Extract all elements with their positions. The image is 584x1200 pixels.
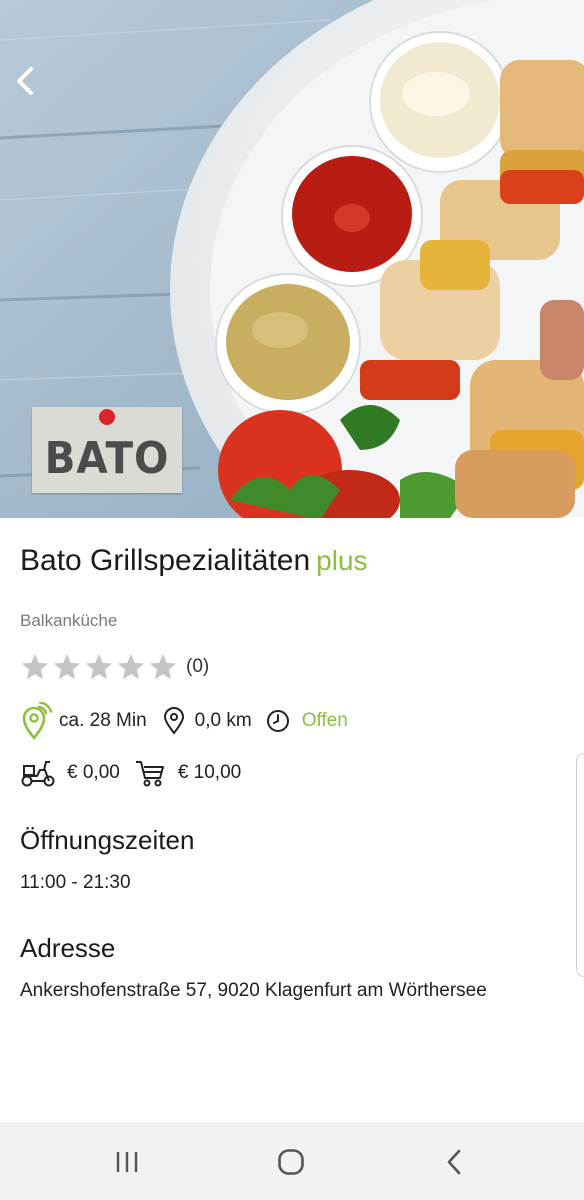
home-icon bbox=[278, 1149, 304, 1175]
distance-text: 0,0 km bbox=[194, 710, 252, 731]
star-icon bbox=[117, 653, 145, 680]
distance: 0,0 km bbox=[163, 707, 252, 735]
rating: (0) bbox=[20, 652, 209, 682]
delivery-time: ca. 28 Min bbox=[20, 702, 147, 740]
recent-apps-icon bbox=[116, 1152, 138, 1172]
hours-heading: Öffnungszeiten bbox=[20, 825, 195, 855]
location-signal-icon bbox=[22, 702, 53, 740]
nav-back-button[interactable] bbox=[434, 1142, 474, 1182]
hours-value: 11:00 - 21:30 bbox=[20, 872, 131, 893]
open-status: Offen bbox=[266, 709, 348, 733]
chevron-left-icon bbox=[17, 67, 33, 95]
scooter-icon bbox=[21, 761, 55, 787]
delivery-time-text: ca. 28 Min bbox=[59, 710, 147, 731]
system-nav-bar bbox=[0, 1122, 584, 1200]
star-icon bbox=[21, 653, 49, 680]
restaurant-name: Bato Grillspezialitäten bbox=[20, 544, 311, 577]
address-value: Ankershofenstraße 57, 9020 Klagenfurt am… bbox=[20, 980, 487, 1001]
star-icon bbox=[85, 653, 113, 680]
min-order: € 10,00 bbox=[177, 762, 242, 783]
cart-icon bbox=[135, 761, 164, 787]
restaurant-logo: BATO bbox=[32, 407, 182, 493]
info-row-delivery: ca. 28 Min 0,0 km Offen bbox=[20, 702, 348, 740]
logo-wordmark: BATO bbox=[44, 433, 170, 484]
home-button[interactable] bbox=[271, 1142, 311, 1182]
plus-badge: plus bbox=[316, 545, 368, 576]
recent-apps-button[interactable] bbox=[107, 1142, 147, 1182]
address-heading: Adresse bbox=[20, 933, 116, 963]
back-button[interactable] bbox=[14, 66, 50, 102]
delivery-fee: € 0,00 bbox=[67, 762, 120, 783]
clock-icon bbox=[266, 710, 289, 732]
status-text: Offen bbox=[301, 710, 348, 731]
side-panel-handle[interactable] bbox=[576, 753, 584, 977]
star-icon bbox=[53, 653, 81, 680]
map-pin-icon bbox=[163, 707, 184, 735]
back-icon bbox=[447, 1149, 461, 1175]
hero-image: BATO bbox=[0, 0, 584, 518]
info-row-fees: € 0,00 € 10,00 bbox=[20, 758, 241, 788]
star-icon bbox=[149, 653, 177, 680]
cuisine-label: Balkanküche bbox=[20, 611, 118, 630]
restaurant-title: Bato Grillspezialitäten plus bbox=[20, 544, 368, 578]
logo-dot bbox=[99, 409, 115, 425]
rating-count: (0) bbox=[186, 656, 210, 677]
